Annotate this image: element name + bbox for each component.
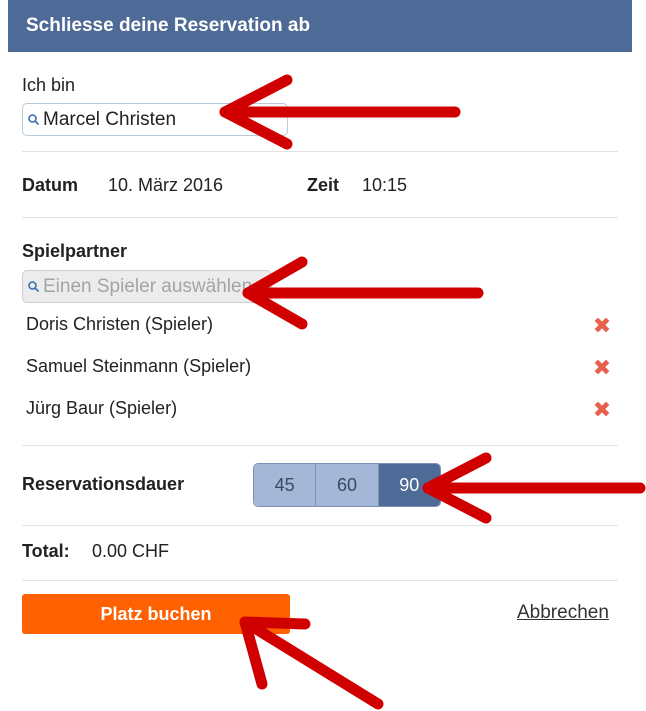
annotation-arrow-icon [239, 616, 384, 710]
partner-search-input[interactable]: Einen Spieler auswählen [22, 270, 272, 303]
divider [22, 151, 618, 152]
partner-search-placeholder: Einen Spieler auswählen [43, 275, 253, 297]
partner-list-item: Jürg Baur (Spieler) [26, 398, 178, 418]
date-label: Datum [22, 175, 79, 195]
book-court-button[interactable]: Platz buchen [22, 594, 290, 634]
duration-option-45[interactable]: 45 [254, 464, 317, 506]
page-header: Schliesse deine Reservation ab [8, 0, 632, 52]
divider [22, 445, 618, 446]
page-title: Schliesse deine Reservation ab [26, 15, 311, 36]
search-icon [28, 114, 40, 126]
partner-list-item: Doris Christen (Spieler) [26, 314, 214, 334]
close-icon[interactable]: ✖ [592, 399, 612, 421]
duration-option-90[interactable]: 90 [378, 464, 440, 506]
identity-search-input[interactable]: Marcel Christen [22, 103, 288, 136]
divider [22, 217, 618, 218]
annotation-arrow-icon [242, 256, 484, 330]
date-value: 10. März 2016 [108, 175, 224, 195]
divider [22, 525, 618, 526]
identity-value: Marcel Christen [43, 108, 177, 130]
search-icon [28, 281, 40, 293]
close-icon[interactable]: ✖ [592, 315, 612, 337]
partners-heading: Spielpartner [22, 241, 128, 261]
duration-label: Reservationsdauer [22, 474, 185, 494]
cancel-link[interactable]: Abbrechen [517, 602, 609, 624]
total-label: Total: [22, 541, 70, 561]
partner-list-item: Samuel Steinmann (Spieler) [26, 356, 252, 376]
annotation-arrow-icon [422, 452, 646, 524]
total-value: 0.00 CHF [92, 541, 170, 561]
close-icon[interactable]: ✖ [592, 357, 612, 379]
identity-label: Ich bin [22, 75, 76, 95]
divider [22, 580, 618, 581]
duration-option-60[interactable]: 60 [316, 464, 379, 506]
time-label: Zeit [307, 175, 340, 195]
time-value: 10:15 [362, 175, 408, 195]
duration-selector: 45 60 90 [253, 463, 441, 507]
